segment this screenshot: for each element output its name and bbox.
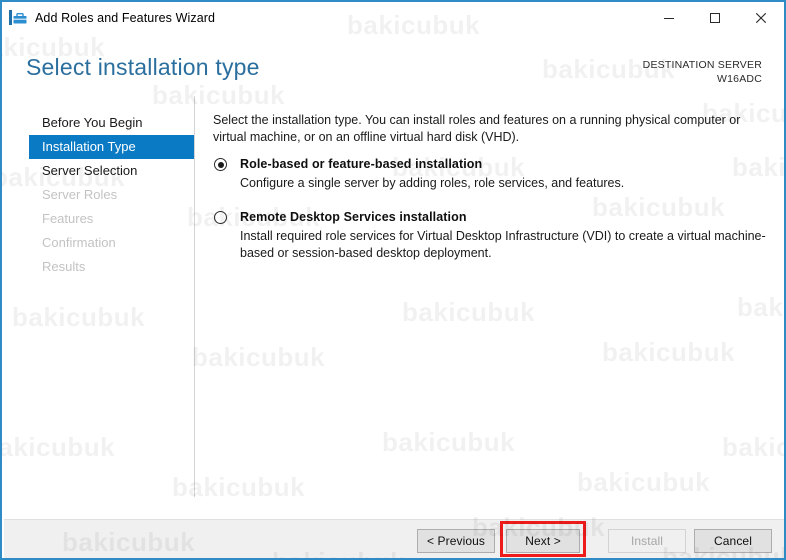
sidebar-item-results: Results (42, 259, 86, 274)
previous-button[interactable]: < Previous (417, 529, 495, 553)
sidebar-item-installation-type[interactable]: Installation Type (29, 135, 195, 159)
next-button[interactable]: Next > (506, 529, 580, 553)
window-title: Add Roles and Features Wizard (35, 11, 216, 25)
destination-server-value: W16ADC (717, 73, 762, 85)
wizard-footer: < Previous Next > Install Cancel (4, 519, 784, 558)
cancel-button[interactable]: Cancel (694, 529, 772, 553)
intro-text: Select the installation type. You can in… (213, 113, 741, 144)
radio-option-role-based[interactable]: Role-based or feature-based installation… (213, 156, 773, 192)
minimize-icon[interactable] (646, 2, 692, 34)
sidebar-step-list: Before You Begin Installation Type Serve… (4, 111, 195, 279)
wizard-window: Add Roles and Features Wizard Select ins… (0, 0, 786, 560)
install-button: Install (608, 529, 686, 553)
sidebar-item-features: Features (42, 211, 94, 226)
sidebar-item-server-selection[interactable]: Server Selection (4, 159, 195, 183)
maximize-icon[interactable] (692, 2, 738, 34)
destination-server-label: DESTINATION SERVER (642, 59, 762, 71)
radio-label-remote-desktop-services: Remote Desktop Services installation (240, 210, 467, 224)
title-bar: Add Roles and Features Wizard (2, 2, 784, 34)
wizard-sidebar: Before You Begin Installation Type Serve… (4, 90, 195, 519)
radio-description-role-based: Configure a single server by adding role… (240, 176, 625, 190)
radio-button-remote-desktop-services[interactable] (214, 211, 227, 224)
radio-button-role-based[interactable] (214, 158, 227, 171)
installation-type-radio-group: Role-based or feature-based installation… (213, 156, 773, 265)
page-title: Select installation type (26, 54, 260, 80)
radio-option-remote-desktop-services[interactable]: Remote Desktop Services installation Ins… (213, 209, 773, 262)
sidebar-item-confirmation: Confirmation (42, 235, 116, 250)
window-controls (646, 2, 784, 34)
radio-label-role-based: Role-based or feature-based installation (240, 157, 483, 171)
page-header: Select installation type DESTINATION SER… (4, 34, 784, 90)
toolbox-icon (9, 9, 27, 27)
destination-server-block: DESTINATION SERVER W16ADC (643, 58, 762, 86)
sidebar-item-server-roles: Server Roles (42, 187, 118, 202)
sidebar-item-before-you-begin[interactable]: Before You Begin (4, 111, 195, 135)
close-icon[interactable] (738, 2, 784, 34)
main-pane: Select the installation type. You can in… (195, 90, 784, 519)
wizard-body: Before You Begin Installation Type Serve… (4, 90, 784, 519)
radio-description-remote-desktop-services: Install required role services for Virtu… (240, 229, 766, 260)
